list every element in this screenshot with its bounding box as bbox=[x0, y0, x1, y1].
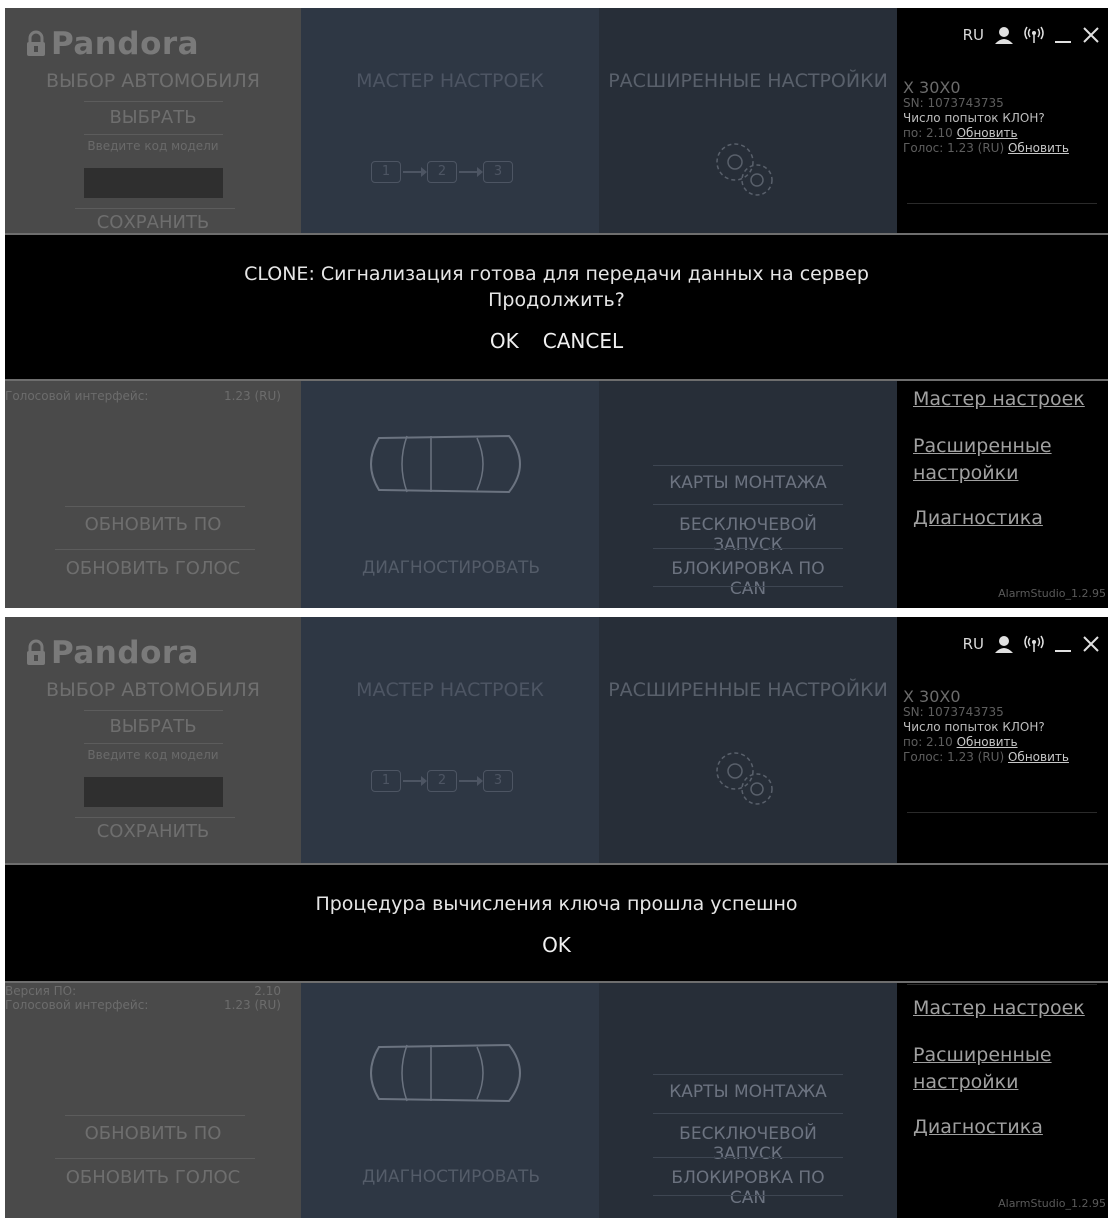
step-1: 1 bbox=[371, 161, 401, 183]
diagnose-button[interactable]: ДИАГНОСТИРОВАТЬ bbox=[341, 558, 561, 578]
step-2: 2 bbox=[427, 770, 457, 792]
logo-text: Pandora bbox=[51, 26, 200, 62]
minimize-icon[interactable] bbox=[1054, 635, 1072, 653]
wiring-maps-button[interactable]: КАРТЫ МОНТАЖА bbox=[653, 1082, 843, 1102]
info-row-voice: Голосовой интерфейс: 1.23 (RU) bbox=[5, 998, 281, 1012]
gears-icon bbox=[716, 752, 773, 805]
ok-button[interactable]: OK bbox=[542, 933, 571, 957]
arrow-right-icon bbox=[459, 776, 483, 786]
app-version: AlarmStudio_1.2.95 bbox=[998, 587, 1106, 600]
update-voice-link[interactable]: Обновить bbox=[1008, 141, 1069, 155]
close-icon[interactable] bbox=[1082, 635, 1100, 653]
update-voice-button[interactable]: ОБНОВИТЬ ГОЛОС bbox=[5, 558, 301, 579]
menu-advanced-settings[interactable]: Расширенные настройки bbox=[913, 433, 1063, 487]
info-row-voice: Голосовой интерфейс: 1.23 (RU) bbox=[5, 389, 281, 403]
device-name: X 30X0 bbox=[903, 78, 961, 97]
model-code-input[interactable] bbox=[84, 777, 223, 807]
car-select-title: ВЫБОР АВТОМОБИЛЯ bbox=[46, 679, 260, 701]
menu-diagnostics[interactable]: Диагностика bbox=[913, 1114, 1043, 1141]
window-controls: RU bbox=[963, 26, 1100, 44]
voice-line: Голос: 1.23 (RU) Обновить bbox=[903, 141, 1069, 155]
lock-icon bbox=[27, 30, 45, 56]
dialog-message: Процедура вычисления ключа прошла успешн… bbox=[315, 893, 798, 915]
menu-setup-wizard[interactable]: Мастер настроек bbox=[913, 386, 1085, 413]
save-button[interactable]: СОХРАНИТЬ bbox=[5, 212, 301, 233]
clone-attempts: Число попыток КЛОН? bbox=[903, 720, 1045, 734]
select-button[interactable]: ВЫБРАТЬ bbox=[5, 107, 301, 128]
arrow-right-icon bbox=[459, 167, 483, 177]
connection-icon[interactable] bbox=[1024, 26, 1044, 44]
user-icon[interactable] bbox=[994, 26, 1014, 44]
dialog-message: CLONE: Сигнализация готова для передачи … bbox=[244, 263, 869, 285]
app-version: AlarmStudio_1.2.95 bbox=[998, 1197, 1106, 1210]
keyless-start-button[interactable]: БЕСКЛЮЧЕВОЙ ЗАПУСК bbox=[653, 1124, 843, 1164]
select-button[interactable]: ВЫБРАТЬ bbox=[5, 716, 301, 737]
info-row-firmware: Версия ПО: 2.10 bbox=[5, 984, 281, 998]
step-3: 3 bbox=[483, 161, 513, 183]
arrow-right-icon bbox=[403, 776, 427, 786]
firmware-line: по: 2.10 Обновить bbox=[903, 126, 1018, 140]
dialog-question: Продолжить? bbox=[488, 289, 625, 311]
connection-icon[interactable] bbox=[1024, 635, 1044, 653]
update-firmware-link[interactable]: Обновить bbox=[957, 735, 1018, 749]
key-success-dialog: Процедура вычисления ключа прошла успешн… bbox=[5, 865, 1108, 981]
wizard-steps: 1 2 3 bbox=[371, 161, 513, 183]
car-icon bbox=[370, 1043, 521, 1103]
diagnose-button[interactable]: ДИАГНОСТИРОВАТЬ bbox=[341, 1167, 561, 1187]
clone-attempts: Число попыток КЛОН? bbox=[903, 111, 1045, 125]
update-firmware-button[interactable]: ОБНОВИТЬ ПО bbox=[5, 1123, 301, 1144]
arrow-right-icon bbox=[403, 167, 427, 177]
minimize-icon[interactable] bbox=[1054, 26, 1072, 44]
advanced-settings-title: РАСШИРЕННЫЕ НАСТРОЙКИ bbox=[608, 679, 888, 701]
serial-number: SN: 1073743735 bbox=[903, 705, 1004, 719]
wiring-maps-button[interactable]: КАРТЫ МОНТАЖА bbox=[653, 473, 843, 493]
menu-setup-wizard[interactable]: Мастер настроек bbox=[913, 995, 1085, 1022]
logo-text: Pandora bbox=[51, 635, 200, 671]
screen-clone-confirm: Pandora ВЫБОР АВТОМОБИЛЯ ВЫБРАТЬ Введите… bbox=[5, 8, 1108, 608]
serial-number: SN: 1073743735 bbox=[903, 96, 1004, 110]
model-code-hint: Введите код модели bbox=[87, 139, 219, 153]
keyless-start-button[interactable]: БЕСКЛЮЧЕВОЙ ЗАПУСК bbox=[653, 515, 843, 555]
step-2: 2 bbox=[427, 161, 457, 183]
language-selector[interactable]: RU bbox=[963, 635, 984, 653]
menu-advanced-settings[interactable]: Расширенные настройки bbox=[913, 1042, 1063, 1096]
window-controls: RU bbox=[963, 635, 1100, 653]
clone-confirm-dialog: CLONE: Сигнализация готова для передачи … bbox=[5, 235, 1108, 379]
screen-key-success: Pandora ВЫБОР АВТОМОБИЛЯ ВЫБРАТЬ Введите… bbox=[5, 617, 1108, 1218]
menu-diagnostics[interactable]: Диагностика bbox=[913, 505, 1043, 532]
update-voice-link[interactable]: Обновить bbox=[1008, 750, 1069, 764]
pandora-logo: Pandora bbox=[25, 26, 199, 62]
setup-wizard-title: МАСТЕР НАСТРОЕК bbox=[356, 70, 544, 92]
can-lock-button[interactable]: БЛОКИРОВКА ПО CAN bbox=[653, 559, 843, 599]
step-1: 1 bbox=[371, 770, 401, 792]
user-icon[interactable] bbox=[994, 635, 1014, 653]
language-selector[interactable]: RU bbox=[963, 26, 984, 44]
can-lock-button[interactable]: БЛОКИРОВКА ПО CAN bbox=[653, 1168, 843, 1208]
cancel-button[interactable]: CANCEL bbox=[543, 329, 623, 353]
update-voice-button[interactable]: ОБНОВИТЬ ГОЛОС bbox=[5, 1167, 301, 1188]
ok-button[interactable]: OK bbox=[490, 329, 519, 353]
voice-line: Голос: 1.23 (RU) Обновить bbox=[903, 750, 1069, 764]
close-icon[interactable] bbox=[1082, 26, 1100, 44]
car-select-title: ВЫБОР АВТОМОБИЛЯ bbox=[46, 70, 260, 92]
gears-icon bbox=[716, 143, 773, 196]
lock-icon bbox=[27, 639, 45, 665]
update-firmware-button[interactable]: ОБНОВИТЬ ПО bbox=[5, 514, 301, 535]
model-code-hint: Введите код модели bbox=[87, 748, 219, 762]
update-firmware-link[interactable]: Обновить bbox=[957, 126, 1018, 140]
pandora-logo: Pandora bbox=[25, 635, 199, 671]
wizard-steps: 1 2 3 bbox=[371, 770, 513, 792]
firmware-line: по: 2.10 Обновить bbox=[903, 735, 1018, 749]
car-icon bbox=[370, 434, 521, 494]
advanced-settings-title: РАСШИРЕННЫЕ НАСТРОЙКИ bbox=[608, 70, 888, 92]
setup-wizard-title: МАСТЕР НАСТРОЕК bbox=[356, 679, 544, 701]
step-3: 3 bbox=[483, 770, 513, 792]
save-button[interactable]: СОХРАНИТЬ bbox=[5, 821, 301, 842]
model-code-input[interactable] bbox=[84, 168, 223, 198]
device-name: X 30X0 bbox=[903, 687, 961, 706]
